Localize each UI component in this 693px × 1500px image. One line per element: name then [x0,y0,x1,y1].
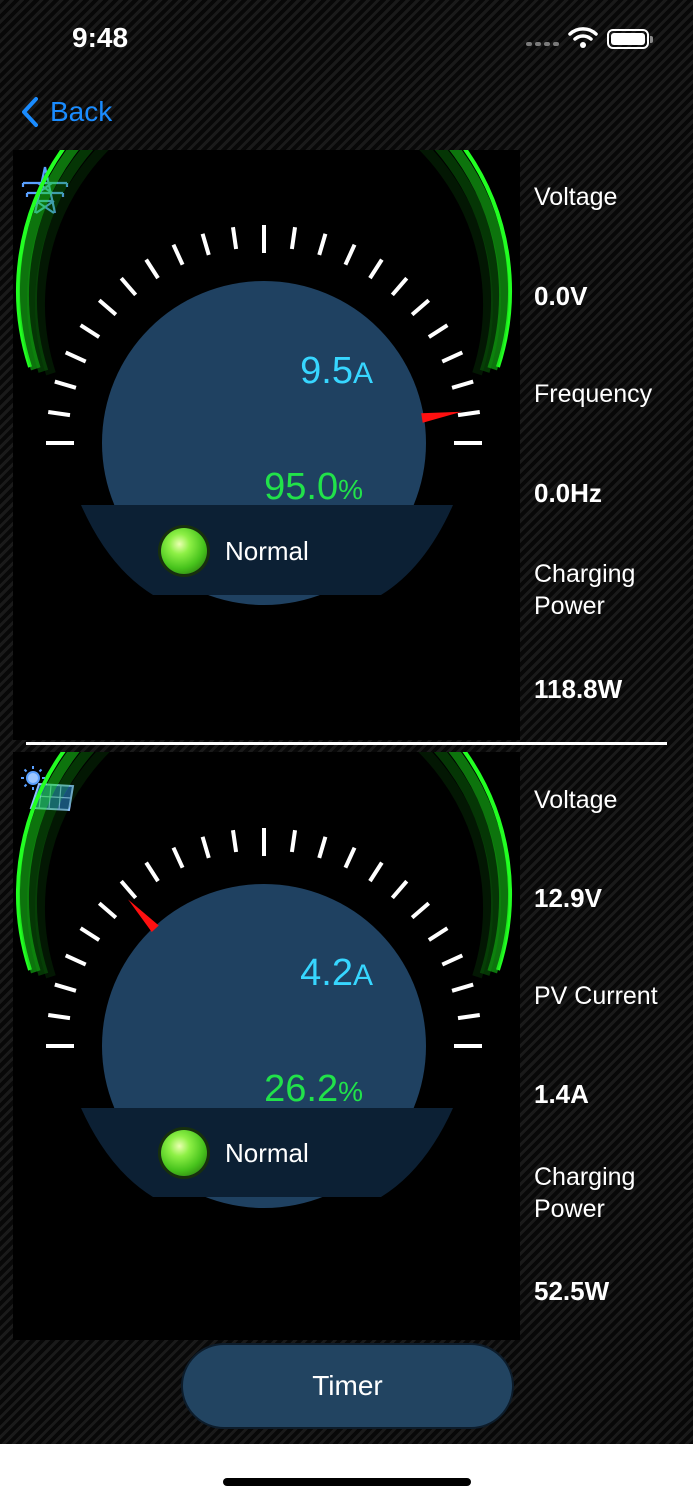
gauge-tick [230,829,239,853]
gauge-tick [343,243,357,266]
gauge-tick [200,233,211,256]
status-indicator: Normal [161,528,309,574]
voltage-label: Voltage [534,183,618,211]
status-led-icon [161,1130,207,1176]
gauge-tick [427,323,449,339]
status-label: Normal [225,535,309,566]
gauge-tick [64,953,87,967]
timer-button[interactable]: Timer [181,1343,514,1429]
charging-power-value: 52.5W [534,1276,610,1306]
gauge-tick [200,836,211,859]
charging-power-label: Charging Power [534,1163,636,1223]
gauge-tick [390,879,409,900]
percent-reading: 95.0% [264,466,363,508]
voltage-value: 0.0V [534,281,588,311]
gauge-tick [451,379,474,390]
gauge-tick [97,298,118,317]
status-label: Normal [225,1137,309,1168]
gauge-tick [410,901,431,920]
gauge-tick [171,846,185,869]
section-divider [26,742,667,745]
gauge-tick [289,829,298,853]
gauge-tick [171,243,185,266]
pv-readings: Voltage 12.9V PV Current 1.4A Charging P… [534,752,684,1340]
gauge-tick [390,276,409,297]
gauge-tick [144,861,160,883]
gauge-needle [128,899,159,932]
gauge-tick [451,982,474,993]
gauge-tick [317,836,328,859]
battery-icon [607,29,653,49]
percent-reading: 26.2% [264,1068,363,1110]
gauge-tick [457,409,481,418]
pv-current-value: 1.4A [534,1079,589,1109]
home-indicator[interactable] [223,1478,471,1486]
gauge-tick [441,953,464,967]
gauge-tick [289,226,298,250]
gauge-tick [54,982,77,993]
status-bar: 9:48 [0,0,693,80]
cellular-signal-icon [526,40,562,48]
current-reading: 4.2A [300,952,373,994]
charging-power-value: 118.8W [534,674,623,704]
gauge-tick [441,350,464,364]
frequency-value: 0.0Hz [534,478,602,508]
gauge-tick [64,350,87,364]
gauge-tick [119,879,138,900]
gauge-tick [457,1012,481,1021]
gauge-tick [47,409,71,418]
status-time: 9:48 [72,22,129,53]
gauge-tick [410,298,431,317]
gauge-needle [421,411,462,423]
charging-power-label: Charging Power [534,560,636,620]
gauge-tick [317,233,328,256]
gauge-tick [368,258,384,280]
status-indicator: Normal [161,1130,309,1176]
pv-current-label: PV Current [534,982,658,1010]
gauge-tick [343,846,357,869]
wifi-icon [568,27,598,48]
timer-label: Timer [312,1370,383,1401]
gauge-tick [47,1012,71,1021]
gauge-tick [79,926,101,942]
gauge-tick [79,323,101,339]
grid-gauge-panel: 9.5A 95.0% Normal [13,150,520,740]
current-reading: 9.5A [300,350,373,392]
gauge-tick [368,861,384,883]
chevron-left-icon [22,97,38,127]
home-indicator-area [0,1444,693,1500]
gauge-tick [54,379,77,390]
pv-gauge [16,752,512,1208]
gauge-tick [97,901,118,920]
gauge-tick [230,226,239,250]
back-label: Back [50,96,113,127]
status-led-icon [161,528,207,574]
voltage-label: Voltage [534,786,618,814]
gauge-tick [119,276,138,297]
back-button[interactable]: Back [20,94,112,130]
gauge-tick [144,258,160,280]
pv-gauge-panel: 4.2A 26.2% Normal [13,752,520,1340]
voltage-value: 12.9V [534,883,602,913]
frequency-label: Frequency [534,380,653,408]
gauge-tick [427,926,449,942]
grid-gauge [16,150,512,605]
grid-readings: Voltage 0.0V Frequency 0.0Hz Charging Po… [534,150,684,740]
